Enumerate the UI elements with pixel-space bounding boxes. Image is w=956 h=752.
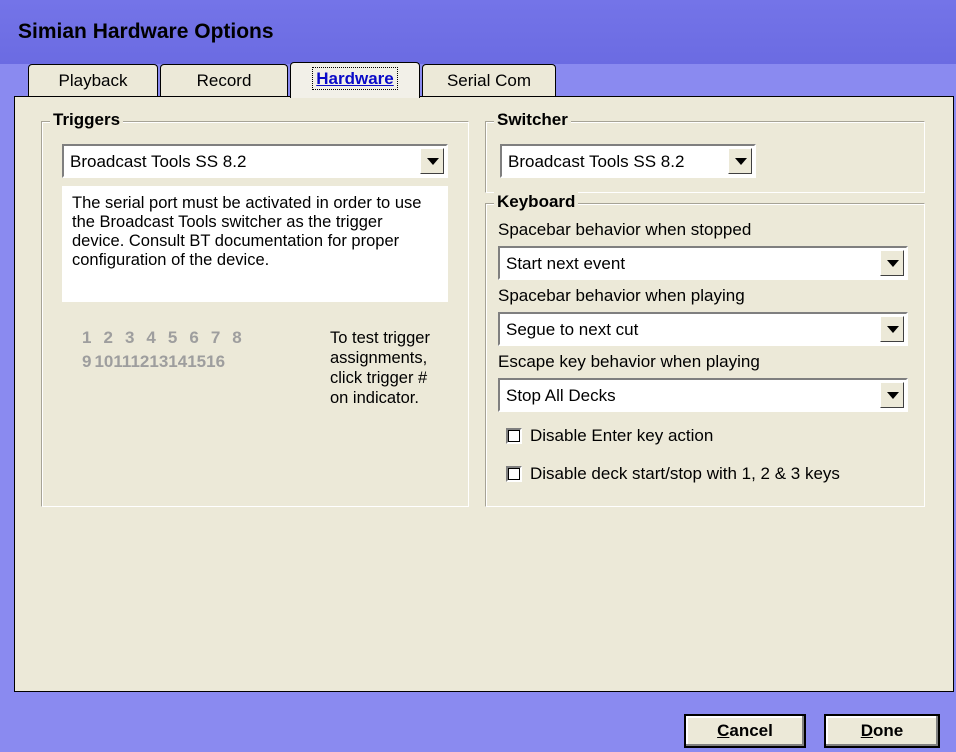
escape-key-value: Stop All Decks	[506, 386, 616, 405]
disable-deck-checkbox[interactable]: Disable deck start/stop with 1, 2 & 3 ke…	[506, 464, 840, 484]
title-bar[interactable]: Simian Hardware Options	[0, 0, 956, 64]
cancel-button-label: ancel	[729, 721, 773, 740]
trigger-10[interactable]: 10	[94, 352, 113, 371]
trigger-indicator-row-1[interactable]: 12345678	[82, 328, 254, 348]
switcher-device-select[interactable]: Broadcast Tools SS 8.2	[500, 144, 756, 178]
disable-enter-checkbox[interactable]: Disable Enter key action	[506, 426, 713, 446]
trigger-2[interactable]: 2	[103, 328, 113, 347]
checkbox-box[interactable]	[506, 466, 522, 482]
done-button[interactable]: Done	[824, 714, 940, 748]
trigger-6[interactable]: 6	[189, 328, 199, 347]
chevron-down-icon[interactable]	[880, 382, 904, 408]
chevron-down-icon[interactable]	[728, 148, 752, 174]
chevron-down-icon[interactable]	[880, 250, 904, 276]
tab-hardware[interactable]: Hardware	[290, 62, 420, 98]
escape-key-select[interactable]: Stop All Decks	[498, 378, 908, 412]
switcher-group: Switcher Broadcast Tools SS 8.2	[485, 110, 925, 193]
keyboard-group: Keyboard Spacebar behavior when stopped …	[485, 192, 925, 507]
escape-key-label: Escape key behavior when playing	[498, 352, 760, 371]
checkbox-box[interactable]	[506, 428, 522, 444]
tab-playback[interactable]: Playback	[28, 64, 158, 98]
trigger-16[interactable]: 16	[206, 352, 225, 371]
triggers-legend: Triggers	[50, 110, 124, 130]
chevron-down-icon[interactable]	[880, 316, 904, 342]
tab-record[interactable]: Record	[160, 64, 288, 98]
trigger-5[interactable]: 5	[168, 328, 178, 347]
trigger-note: The serial port must be activated in ord…	[62, 186, 448, 302]
tab-serial-com[interactable]: Serial Com	[422, 64, 556, 98]
cancel-mnemonic: C	[717, 721, 730, 740]
trigger-15[interactable]: 15	[187, 352, 206, 371]
trigger-1[interactable]: 1	[82, 328, 92, 347]
trigger-device-value: Broadcast Tools SS 8.2	[70, 152, 247, 171]
done-button-label: one	[873, 721, 904, 740]
chevron-down-icon[interactable]	[420, 148, 444, 174]
disable-enter-label: Disable Enter key action	[530, 426, 714, 445]
dialog-window: Simian Hardware Options Playback Record …	[0, 0, 956, 752]
trigger-test-hint: To test trigger assignments, click trigg…	[330, 329, 430, 407]
tab-record-label: Record	[196, 71, 252, 90]
spacebar-stopped-value: Start next event	[506, 254, 626, 273]
switcher-device-value: Broadcast Tools SS 8.2	[508, 152, 685, 171]
trigger-7[interactable]: 7	[211, 328, 221, 347]
trigger-3[interactable]: 3	[125, 328, 135, 347]
trigger-4[interactable]: 4	[146, 328, 156, 347]
trigger-14[interactable]: 14	[168, 352, 187, 371]
trigger-device-select[interactable]: Broadcast Tools SS 8.2	[62, 144, 448, 178]
disable-deck-label: Disable deck start/stop with 1, 2 & 3 ke…	[530, 464, 840, 483]
tab-serial-com-label: Serial Com	[446, 71, 532, 90]
tab-content-hardware: Triggers Broadcast Tools SS 8.2 The seri…	[14, 96, 954, 692]
keyboard-legend: Keyboard	[494, 192, 579, 212]
trigger-13[interactable]: 13	[149, 352, 168, 371]
tab-hardware-label: Hardware	[312, 67, 398, 90]
done-mnemonic: D	[860, 721, 874, 740]
spacebar-stopped-label: Spacebar behavior when stopped	[498, 220, 752, 239]
window-title: Simian Hardware Options	[18, 20, 274, 43]
trigger-9[interactable]: 9	[82, 352, 91, 371]
switcher-legend: Switcher	[494, 110, 571, 130]
trigger-8[interactable]: 8	[232, 328, 242, 347]
spacebar-playing-select[interactable]: Segue to next cut	[498, 312, 908, 346]
trigger-indicator-row-2[interactable]: 9 10111213141516	[82, 352, 225, 372]
spacebar-stopped-select[interactable]: Start next event	[498, 246, 908, 280]
cancel-button[interactable]: Cancel	[684, 714, 806, 748]
triggers-group: Triggers Broadcast Tools SS 8.2 The seri…	[41, 110, 469, 507]
trigger-12[interactable]: 12	[130, 352, 149, 371]
tab-playback-label: Playback	[58, 71, 128, 90]
trigger-11[interactable]: 11	[113, 352, 130, 371]
spacebar-playing-label: Spacebar behavior when playing	[498, 286, 745, 305]
spacebar-playing-value: Segue to next cut	[506, 320, 639, 339]
